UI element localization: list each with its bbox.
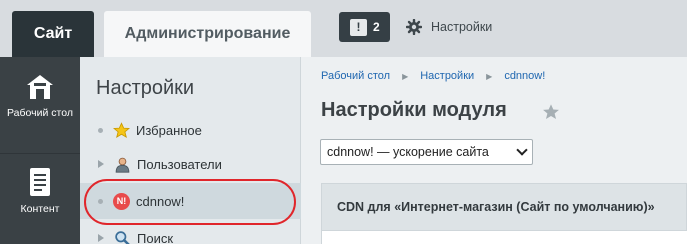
star-icon	[113, 121, 130, 138]
expand-arrow-icon[interactable]	[98, 234, 104, 242]
user-icon	[115, 157, 130, 173]
document-icon	[30, 168, 50, 196]
divider	[0, 153, 80, 154]
home-icon	[27, 75, 53, 99]
highlight-annotation	[84, 179, 296, 225]
chevron-down-icon	[516, 144, 528, 156]
tab-site-settings-label: CDN для «Интернет-магазин (Сайт по умолч…	[337, 200, 655, 214]
left-menu-label-desktop: Рабочий стол	[7, 107, 73, 119]
chevron-right-icon: ▶	[486, 71, 493, 81]
favorite-star-icon[interactable]	[542, 103, 560, 121]
left-menu-item-desktop[interactable]: Рабочий стол	[0, 73, 80, 120]
panel-title: Настройки	[96, 77, 195, 99]
panel-item-label: Избранное	[136, 122, 202, 138]
breadcrumb: Рабочий стол ▶ Настройки ▶ cdnnow!	[321, 70, 545, 82]
panel-item-users[interactable]: Пользователи	[80, 146, 301, 182]
tab-site[interactable]: Сайт	[12, 11, 94, 57]
gear-icon	[406, 19, 422, 35]
panel-item-label: Поиск	[137, 230, 174, 244]
module-select[interactable]: cdnnow! — ускорение сайта	[320, 139, 533, 165]
tab-administration[interactable]: Администрирование	[104, 11, 311, 57]
notifications-button[interactable]: 2	[339, 12, 390, 42]
main-content: Рабочий стол ▶ Настройки ▶ cdnnow! Настр…	[301, 57, 687, 244]
search-icon	[115, 230, 131, 244]
left-menu: Рабочий стол Контент	[0, 57, 80, 244]
module-select-value: cdnnow! — ускорение сайта	[327, 145, 489, 159]
settings-label: Настройки	[431, 20, 493, 34]
breadcrumb-item-cdnnow[interactable]: cdnnow!	[504, 70, 545, 82]
tab-site-settings[interactable]: CDN для «Интернет-магазин (Сайт по умолч…	[321, 183, 687, 231]
notifications-count: 2	[373, 20, 380, 34]
expand-arrow-icon[interactable]	[98, 160, 104, 168]
chevron-right-icon: ▶	[402, 71, 409, 81]
page-title: Настройки модуля	[321, 99, 507, 121]
breadcrumb-item-settings[interactable]: Настройки	[420, 70, 474, 82]
breadcrumb-item-desktop[interactable]: Рабочий стол	[321, 70, 390, 82]
top-bar: Сайт Администрирование 2 Настройки	[0, 0, 687, 57]
tab-body	[321, 231, 687, 244]
panel-item-favorites[interactable]: Избранное	[80, 112, 301, 148]
left-menu-item-content[interactable]: Контент	[0, 167, 80, 216]
bullet	[98, 127, 103, 133]
panel-item-label: Пользователи	[137, 156, 222, 172]
notification-icon	[350, 18, 367, 36]
settings-link[interactable]: Настройки	[406, 19, 492, 35]
left-menu-label-content: Контент	[20, 203, 60, 215]
